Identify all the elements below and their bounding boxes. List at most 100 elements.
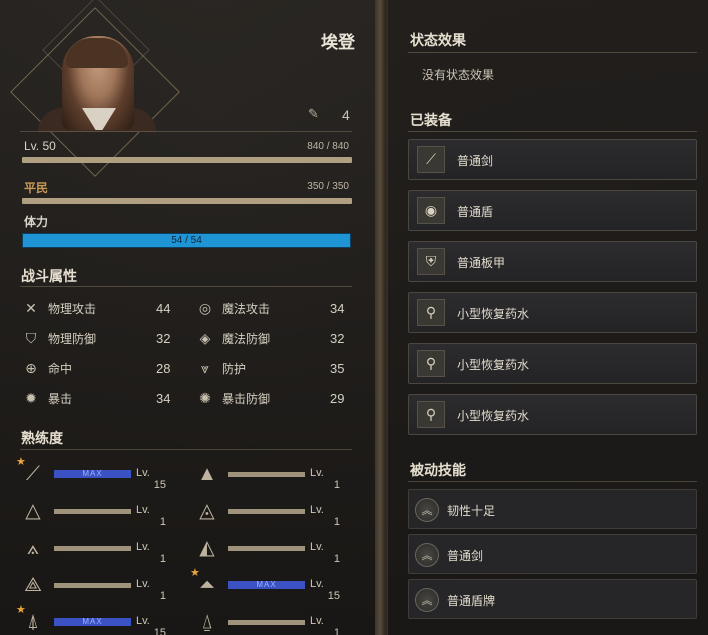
proficiency-row[interactable]: ⟁ Lv. 1 xyxy=(20,572,175,602)
chevron-up-icon: ︽ xyxy=(415,543,439,567)
equipped-item[interactable]: ⚲ 小型恢复药水 xyxy=(408,292,697,333)
passive-title: 被动技能 xyxy=(410,462,466,478)
passive-skill[interactable]: ︽ 韧性十足 xyxy=(408,489,697,529)
stamina-value: 54 / 54 xyxy=(171,235,202,246)
proficiency-bar: MAX xyxy=(54,469,131,478)
sword-icon: ⟋ xyxy=(417,146,445,173)
stat-value: 29 xyxy=(330,390,345,406)
stat-label: 命中 xyxy=(48,361,73,376)
equipped-item-label: 普通板甲 xyxy=(457,256,506,270)
class-label: 平民 xyxy=(24,181,49,195)
shield-swords-icon: ⛉ xyxy=(25,329,37,346)
max-label: MAX xyxy=(256,580,277,589)
lv-number: 1 xyxy=(159,516,166,528)
max-label: MAX xyxy=(82,469,103,478)
proficiency-row[interactable]: ⍋ ★ MAX Lv.15 xyxy=(16,604,175,635)
burst-icon: ✹ xyxy=(25,389,37,406)
proficiency-bar xyxy=(54,546,131,551)
stat-value: 32 xyxy=(330,330,345,346)
equipped-title: 已装备 xyxy=(410,112,452,128)
proficiency-row[interactable]: △ Lv. 1 xyxy=(20,498,175,528)
proficiency-bar xyxy=(228,620,305,625)
star-icon: ★ xyxy=(190,567,200,579)
proficiency-row[interactable]: ⟑ Lv. 1 xyxy=(20,535,175,565)
proficiency-level: Lv. 1 xyxy=(310,615,349,635)
equipped-item[interactable]: ◉ 普通盾 xyxy=(408,190,697,231)
divider xyxy=(408,131,697,132)
status-title: 状态效果 xyxy=(410,32,466,48)
spear-triangle-icon: ⟁ xyxy=(24,574,42,596)
passive-skill[interactable]: ︽ 普通盾牌 xyxy=(408,579,697,619)
lv-number: 15 xyxy=(327,590,340,602)
stat-row: ◈ 魔法防御 32 xyxy=(196,327,352,349)
proficiency-row[interactable]: ⟋ ★ MAX Lv.15 xyxy=(16,456,175,491)
chevron-up-icon: ︽ xyxy=(415,588,439,612)
combat-title: 战斗属性 xyxy=(21,268,77,284)
divider xyxy=(20,286,352,287)
lv-prefix: Lv. xyxy=(310,541,324,553)
lv-prefix: Lv. xyxy=(310,615,324,627)
proficiency-row[interactable]: ⍙ Lv. 1 xyxy=(194,609,349,635)
exp-bar xyxy=(22,157,352,163)
lv-prefix: Lv. xyxy=(310,467,324,479)
lv-number: 1 xyxy=(159,553,166,565)
proficiency-level: Lv. 1 xyxy=(310,467,349,491)
stat-label: 防护 xyxy=(222,361,247,376)
proficiency-row[interactable]: ⏶ ★ MAX Lv.15 xyxy=(190,567,349,602)
class-value: 350 / 350 xyxy=(307,181,349,192)
eye-triangle-icon: ◭ xyxy=(199,537,215,559)
stat-value: 35 xyxy=(330,360,345,376)
lv-number: 15 xyxy=(153,479,166,491)
stat-label: 物理攻击 xyxy=(48,301,97,316)
stat-row: ✺ 暴击防御 29 xyxy=(196,387,352,409)
axe-triangle-icon: ⟑ xyxy=(26,537,40,559)
proficiency-bar xyxy=(228,546,305,551)
proficiency-row[interactable]: ◬ Lv. 1 xyxy=(194,498,349,528)
round-shield-icon: ◉ xyxy=(417,197,445,224)
equipped-item[interactable]: ⟋ 普通剑 xyxy=(408,139,697,180)
divider xyxy=(20,449,352,450)
proficiency-title: 熟练度 xyxy=(21,430,63,446)
proficiency-row[interactable]: ▲ Lv. 1 xyxy=(194,461,349,491)
proficiency-level: Lv.15 xyxy=(136,467,175,491)
equipped-item-label: 普通剑 xyxy=(457,154,494,168)
exp-value: 840 / 840 xyxy=(307,141,349,152)
equipped-item[interactable]: ⚲ 小型恢复药水 xyxy=(408,394,697,435)
proficiency-level: Lv.15 xyxy=(310,578,349,602)
potion-icon: ⚲ xyxy=(417,350,445,377)
equipped-item-label: 小型恢复药水 xyxy=(457,358,530,372)
stat-row: ⊕ 命中 28 xyxy=(22,357,178,379)
bag-icon[interactable]: ✎ xyxy=(308,106,324,122)
passive-skill-label: 韧性十足 xyxy=(447,504,496,518)
stat-label: 物理防御 xyxy=(48,331,97,346)
divider xyxy=(408,52,697,53)
equipped-item[interactable]: ⚲ 小型恢复药水 xyxy=(408,343,697,384)
stat-row: ◎ 魔法攻击 34 xyxy=(196,297,352,319)
stat-row: ⛉ 物理防御 32 xyxy=(22,327,178,349)
orb-triangle-icon: ◬ xyxy=(199,500,215,522)
character-screen: 埃登 ✎ 4 Lv. 50 840 / 840 平民 350 / 350 体力 … xyxy=(0,0,708,635)
proficiency-row[interactable]: ◭ Lv. 1 xyxy=(194,535,349,565)
burst-shield-icon: ✺ xyxy=(199,389,211,406)
stamina-label: 体力 xyxy=(24,215,49,229)
star-icon: ★ xyxy=(16,456,26,468)
proficiency-level: Lv. 1 xyxy=(136,504,175,528)
equipped-item[interactable]: ⛨ 普通板甲 xyxy=(408,241,697,282)
stat-row: ⩔ 防护 35 xyxy=(196,357,352,379)
divider xyxy=(408,481,697,482)
lv-number: 1 xyxy=(333,553,340,565)
lv-prefix: Lv. xyxy=(136,615,150,627)
stat-label: 魔法攻击 xyxy=(222,301,271,316)
lv-number: 1 xyxy=(333,627,340,635)
stat-value: 34 xyxy=(330,300,345,316)
wand-triangle-icon: ⍙ xyxy=(201,611,213,633)
bag-count: 4 xyxy=(342,107,350,123)
lv-number: 1 xyxy=(333,516,340,528)
passive-skill[interactable]: ︽ 普通剑 xyxy=(408,534,697,574)
no-status-text: 没有状态效果 xyxy=(422,68,495,82)
stat-label: 暴击 xyxy=(48,391,73,406)
lv-number: 1 xyxy=(333,479,340,491)
max-label: MAX xyxy=(82,617,103,626)
proficiency-bar xyxy=(228,472,305,477)
class-bar xyxy=(22,198,352,204)
